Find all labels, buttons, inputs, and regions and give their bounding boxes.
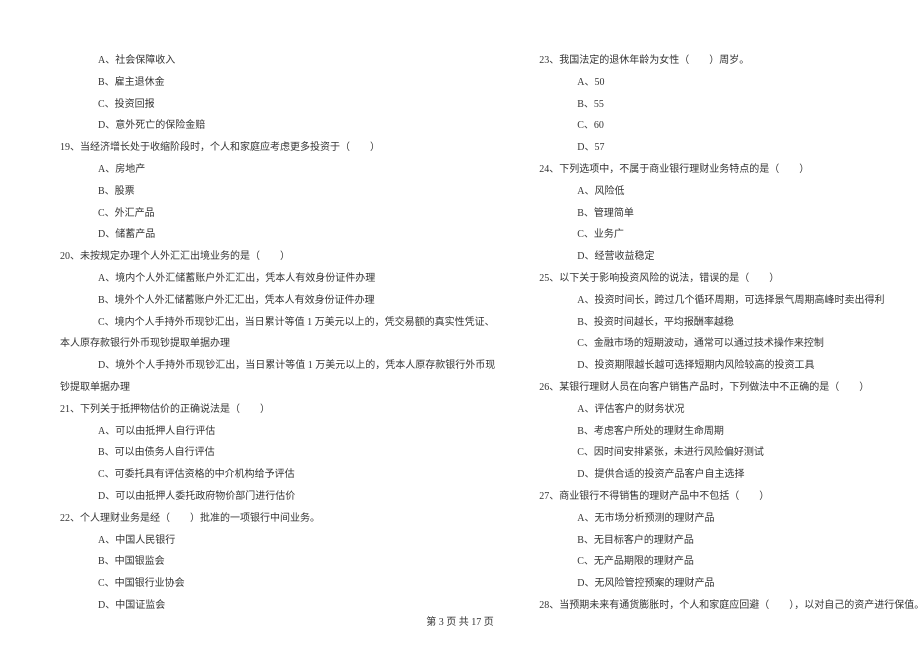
- left-column: A、社会保障收入B、雇主退休金C、投资回报D、意外死亡的保险金赔19、当经济增长…: [60, 50, 495, 610]
- option-line: D、经营收益稳定: [539, 246, 920, 268]
- option-line: B、无目标客户的理财产品: [539, 530, 920, 552]
- page-container: A、社会保障收入B、雇主退休金C、投资回报D、意外死亡的保险金赔19、当经济增长…: [60, 50, 860, 610]
- option-line: A、投资时间长，跨过几个循环周期，可选择景气周期高峰时卖出得利: [539, 290, 920, 312]
- option-line: B、境外个人外汇储蓄账户外汇汇出，凭本人有效身份证件办理: [60, 290, 495, 312]
- option-line: C、境内个人手持外币现钞汇出，当日累计等值 1 万美元以上的，凭交易额的真实性凭…: [60, 312, 495, 334]
- option-line: C、外汇产品: [60, 203, 495, 225]
- option-line: C、因时间安排紧张，未进行风险偏好测试: [539, 442, 920, 464]
- option-line: D、57: [539, 137, 920, 159]
- option-line: A、风险低: [539, 181, 920, 203]
- option-line: C、投资回报: [60, 94, 495, 116]
- option-line: B、雇主退休金: [60, 72, 495, 94]
- question-line: 19、当经济增长处于收缩阶段时，个人和家庭应考虑更多投资于（ ）: [60, 137, 495, 159]
- question-line: 26、某银行理财人员在向客户销售产品时，下列做法中不正确的是（ ）: [539, 377, 920, 399]
- option-line: B、投资时间越长，平均报酬率越稳: [539, 312, 920, 334]
- option-line: A、境内个人外汇储蓄账户外汇汇出，凭本人有效身份证件办理: [60, 268, 495, 290]
- option-line: C、业务广: [539, 224, 920, 246]
- right-column: 23、我国法定的退休年龄为女性（ ）周岁。A、50B、55C、60D、5724、…: [539, 50, 920, 610]
- option-line: D、储蓄产品: [60, 224, 495, 246]
- option-line: D、境外个人手持外币现钞汇出，当日累计等值 1 万美元以上的，凭本人原存款银行外…: [60, 355, 495, 377]
- option-line: D、意外死亡的保险金赔: [60, 115, 495, 137]
- option-line: A、中国人民银行: [60, 530, 495, 552]
- option-line: C、中国银行业协会: [60, 573, 495, 595]
- option-line: A、评估客户的财务状况: [539, 399, 920, 421]
- option-line: D、投资期限越长越可选择短期内风险较高的投资工具: [539, 355, 920, 377]
- question-line: 20、未按规定办理个人外汇汇出境业务的是（ ）: [60, 246, 495, 268]
- option-line: D、提供合适的投资产品客户自主选择: [539, 464, 920, 486]
- option-line: B、管理简单: [539, 203, 920, 225]
- option-line: D、可以由抵押人委托政府物价部门进行估价: [60, 486, 495, 508]
- question-line: 21、下列关于抵押物估价的正确说法是（ ）: [60, 399, 495, 421]
- question-line: 23、我国法定的退休年龄为女性（ ）周岁。: [539, 50, 920, 72]
- question-line: 27、商业银行不得销售的理财产品中不包括（ ）: [539, 486, 920, 508]
- question-line: 24、下列选项中，不属于商业银行理财业务特点的是（ ）: [539, 159, 920, 181]
- option-line: D、无风险管控预案的理财产品: [539, 573, 920, 595]
- option-line: A、无市场分析预测的理财产品: [539, 508, 920, 530]
- option-line: C、可委托具有评估资格的中介机构给予评估: [60, 464, 495, 486]
- option-line: B、考虑客户所处的理财生命周期: [539, 421, 920, 443]
- option-line: A、社会保障收入: [60, 50, 495, 72]
- page-footer: 第 3 页 共 17 页: [0, 613, 920, 628]
- option-line: A、房地产: [60, 159, 495, 181]
- option-line: B、可以由债务人自行评估: [60, 442, 495, 464]
- option-line: B、中国银监会: [60, 551, 495, 573]
- continuation-line: 钞提取单据办理: [60, 377, 495, 399]
- option-line: A、50: [539, 72, 920, 94]
- question-line: 25、以下关于影响投资风险的说法，错误的是（ ）: [539, 268, 920, 290]
- option-line: A、可以由抵押人自行评估: [60, 421, 495, 443]
- option-line: C、无产品期限的理财产品: [539, 551, 920, 573]
- option-line: C、60: [539, 115, 920, 137]
- option-line: C、金融市场的短期波动，通常可以通过技术操作来控制: [539, 333, 920, 355]
- continuation-line: 本人原存款银行外币现钞提取单据办理: [60, 333, 495, 355]
- option-line: B、55: [539, 94, 920, 116]
- option-line: B、股票: [60, 181, 495, 203]
- question-line: 22、个人理财业务是经（ ）批准的一项银行中间业务。: [60, 508, 495, 530]
